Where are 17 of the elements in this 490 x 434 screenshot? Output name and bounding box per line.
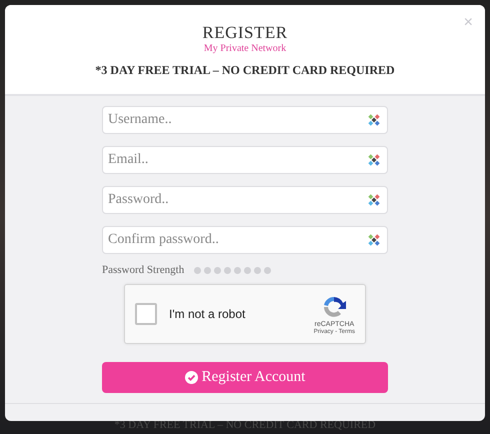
check-circle-icon — [184, 371, 198, 384]
dots-icon — [368, 194, 380, 206]
modal-title: REGISTER — [202, 23, 288, 43]
captcha-checkbox[interactable] — [135, 303, 157, 325]
dots-icon — [368, 154, 380, 166]
strength-label: Password Strength — [102, 264, 184, 276]
input-field[interactable]: Username.. — [102, 106, 388, 134]
dots-icon — [368, 234, 380, 246]
trial-notice: *3 DAY FREE TRIAL – NO CREDIT CARD REQUIRED — [95, 63, 395, 78]
input-field[interactable]: Confirm password.. — [102, 226, 388, 254]
modal-subtitle: My Private Network — [204, 43, 286, 55]
input-field[interactable]: Password.. — [102, 186, 388, 214]
strength-dots-icon — [194, 266, 272, 274]
input-field[interactable]: Email.. — [102, 146, 388, 174]
dots-icon — [368, 114, 380, 126]
register-button[interactable]: Register Account — [102, 362, 388, 393]
captcha-label: I'm not a robot — [169, 307, 246, 321]
